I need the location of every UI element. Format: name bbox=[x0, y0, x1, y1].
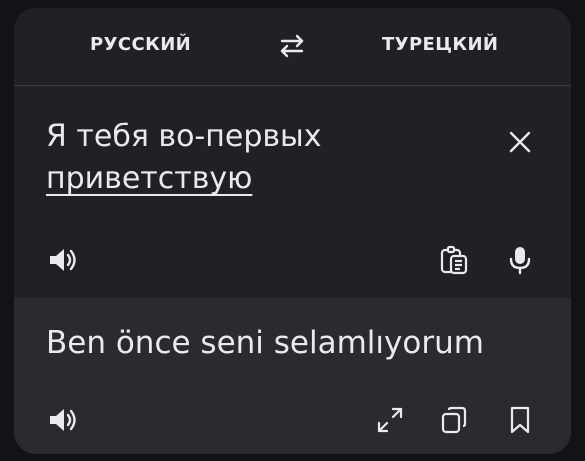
swap-languages-button[interactable] bbox=[276, 30, 308, 62]
source-input-area: Я тебя во-первых приветствую bbox=[14, 86, 571, 298]
source-text-underlined-word[interactable]: приветствую bbox=[46, 161, 252, 196]
paste-button[interactable] bbox=[438, 244, 470, 276]
translator-card: РУССКИЙ ТУРЕЦКИЙ Я тебя во-первых привет… bbox=[14, 8, 571, 454]
translated-text: Ben önce seni selamlıyorum bbox=[46, 325, 484, 361]
swap-arrows-icon bbox=[280, 34, 304, 58]
translation-output-area: Ben önce seni selamlıyorum bbox=[14, 298, 571, 454]
bookmark-icon bbox=[510, 406, 530, 434]
listen-translation-button[interactable] bbox=[46, 404, 78, 436]
target-language-button[interactable]: ТУРЕЦКИЙ bbox=[382, 34, 498, 55]
fullscreen-icon bbox=[377, 407, 403, 433]
listen-source-button[interactable] bbox=[46, 244, 78, 276]
voice-input-button[interactable] bbox=[504, 244, 536, 276]
fullscreen-button[interactable] bbox=[374, 404, 406, 436]
close-icon bbox=[509, 131, 531, 153]
copy-button[interactable] bbox=[438, 404, 470, 436]
source-text-input[interactable]: Я тебя во-первых приветствую bbox=[46, 116, 486, 200]
save-bookmark-button[interactable] bbox=[504, 404, 536, 436]
source-language-button[interactable]: РУССКИЙ bbox=[90, 34, 191, 55]
microphone-icon bbox=[509, 247, 531, 275]
speaker-icon bbox=[50, 249, 76, 271]
language-bar: РУССКИЙ ТУРЕЦКИЙ bbox=[14, 8, 571, 86]
source-text-part: Я тебя во-первых bbox=[46, 119, 322, 154]
speaker-icon bbox=[50, 409, 76, 431]
copy-icon bbox=[441, 406, 467, 434]
paste-clipboard-icon bbox=[440, 245, 468, 275]
clear-text-button[interactable] bbox=[504, 126, 536, 158]
